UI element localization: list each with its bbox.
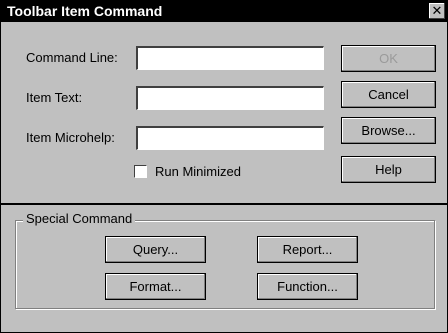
close-icon[interactable]: ✕ xyxy=(429,3,445,19)
special-command-title: Special Command xyxy=(23,211,136,227)
function-button[interactable]: Function... xyxy=(257,273,358,300)
item-microhelp-label: Item Microhelp: xyxy=(26,130,115,145)
separator-line xyxy=(1,203,447,205)
ok-button[interactable]: OK xyxy=(341,45,436,72)
report-button[interactable]: Report... xyxy=(257,236,358,263)
query-button[interactable]: Query... xyxy=(105,236,206,263)
cancel-button[interactable]: Cancel xyxy=(341,81,436,108)
title-bar[interactable]: Toolbar Item Command ✕ xyxy=(1,1,447,22)
special-command-group xyxy=(15,220,435,309)
browse-button[interactable]: Browse... xyxy=(341,117,436,144)
toolbar-item-command-dialog: Toolbar Item Command ✕ Command Line: Ite… xyxy=(0,0,448,333)
item-microhelp-input[interactable] xyxy=(136,126,324,150)
dialog-title: Toolbar Item Command xyxy=(7,3,163,19)
item-text-label: Item Text: xyxy=(26,90,83,105)
command-line-input[interactable] xyxy=(136,46,324,70)
format-button[interactable]: Format... xyxy=(105,273,206,300)
item-text-input[interactable] xyxy=(136,86,324,110)
run-minimized-label[interactable]: Run Minimized xyxy=(155,164,241,180)
run-minimized-checkbox[interactable] xyxy=(134,165,147,178)
command-line-label: Command Line: xyxy=(26,50,118,65)
help-button[interactable]: Help xyxy=(341,156,436,183)
